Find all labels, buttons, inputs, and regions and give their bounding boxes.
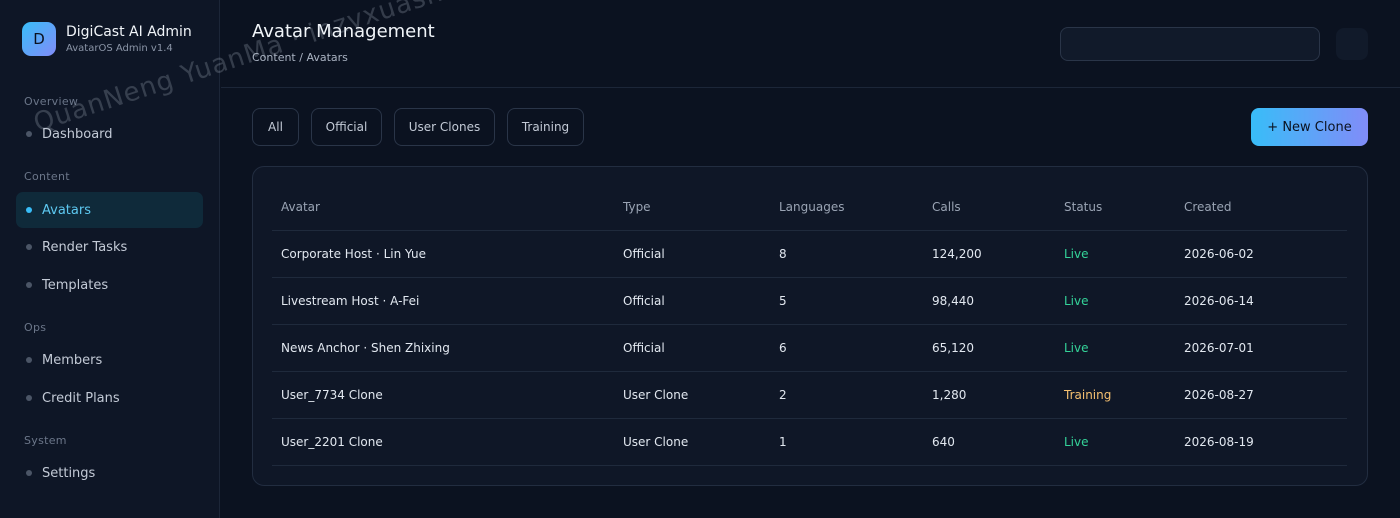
bullet-icon [26, 244, 32, 250]
cell-languages: 6 [770, 324, 923, 372]
avatars-table: Avatar Type Languages Calls Status Creat… [272, 185, 1347, 466]
bullet-icon [26, 357, 32, 363]
filter-training[interactable]: Training [507, 108, 584, 146]
sidebar-item-label: Dashboard [42, 126, 113, 142]
cell-avatar: User_2201 Clone [272, 418, 614, 466]
cell-created: 2026-07-01 [1175, 324, 1347, 372]
cell-calls: 640 [923, 418, 1055, 466]
table-row[interactable]: Livestream Host · A-Fei Official 5 98,44… [272, 277, 1347, 325]
cell-type: User Clone [614, 418, 770, 466]
nav-section-overview: Overview [24, 95, 79, 108]
cell-languages: 8 [770, 230, 923, 278]
filter-user-clones[interactable]: User Clones [394, 108, 495, 146]
sidebar-item-label: Templates [42, 277, 109, 293]
cell-type: Official [614, 277, 770, 325]
nav-section-system: System [24, 434, 67, 447]
nav-section-content: Content [24, 170, 70, 183]
cell-created: 2026-06-02 [1175, 230, 1347, 278]
table-row[interactable]: User_7734 Clone User Clone 2 1,280 Train… [272, 371, 1347, 419]
page-header: Avatar Management Content / Avatars [221, 0, 1400, 88]
header-icon-button[interactable] [1336, 28, 1368, 60]
bullet-icon [26, 470, 32, 476]
bullet-icon [26, 395, 32, 401]
sidebar-item-label: Credit Plans [42, 390, 120, 406]
sidebar-item-avatars[interactable]: Avatars [16, 192, 203, 228]
sidebar-item-settings[interactable]: Settings [16, 455, 203, 491]
table-row[interactable]: User_2201 Clone User Clone 1 640 Live 20… [272, 418, 1347, 466]
filter-official[interactable]: Official [311, 108, 382, 146]
cell-type: Official [614, 324, 770, 372]
cell-languages: 5 [770, 277, 923, 325]
column-header-created: Created [1175, 185, 1347, 231]
column-header-languages: Languages [770, 185, 923, 231]
column-header-avatar: Avatar [272, 185, 614, 231]
breadcrumb: Content / Avatars [252, 51, 348, 64]
status-badge: Live [1055, 277, 1175, 325]
cell-avatar: Corporate Host · Lin Yue [272, 230, 614, 278]
sidebar: D DigiCast AI Admin AvatarOS Admin v1.4 … [0, 0, 220, 518]
page-title: Avatar Management [252, 21, 435, 42]
sidebar-item-credit-plans[interactable]: Credit Plans [16, 380, 203, 416]
cell-created: 2026-08-19 [1175, 418, 1347, 466]
table-header-row: Avatar Type Languages Calls Status Creat… [272, 185, 1347, 231]
sidebar-item-label: Members [42, 352, 103, 368]
cell-created: 2026-08-27 [1175, 371, 1347, 419]
brand-logo: D [22, 22, 56, 56]
brand: D DigiCast AI Admin AvatarOS Admin v1.4 [22, 22, 192, 56]
status-badge: Live [1055, 418, 1175, 466]
filter-all[interactable]: All [252, 108, 299, 146]
status-badge: Training [1055, 371, 1175, 419]
column-header-status: Status [1055, 185, 1175, 231]
cell-type: User Clone [614, 371, 770, 419]
sidebar-item-members[interactable]: Members [16, 342, 203, 378]
cell-calls: 65,120 [923, 324, 1055, 372]
cell-calls: 1,280 [923, 371, 1055, 419]
column-header-calls: Calls [923, 185, 1055, 231]
bullet-icon [26, 207, 32, 213]
brand-title: DigiCast AI Admin [66, 23, 192, 40]
cell-created: 2026-06-14 [1175, 277, 1347, 325]
sidebar-item-dashboard[interactable]: Dashboard [16, 116, 203, 152]
sidebar-item-label: Settings [42, 465, 96, 481]
cell-languages: 1 [770, 418, 923, 466]
sidebar-item-render-tasks[interactable]: Render Tasks [16, 229, 203, 265]
cell-avatar: News Anchor · Shen Zhixing [272, 324, 614, 372]
sidebar-item-label: Avatars [42, 202, 91, 218]
cell-type: Official [614, 230, 770, 278]
cell-calls: 124,200 [923, 230, 1055, 278]
table-row[interactable]: Corporate Host · Lin Yue Official 8 124,… [272, 230, 1347, 278]
cell-calls: 98,440 [923, 277, 1055, 325]
sidebar-item-templates[interactable]: Templates [16, 267, 203, 303]
avatars-table-card: Avatar Type Languages Calls Status Creat… [252, 166, 1368, 486]
brand-subtitle: AvatarOS Admin v1.4 [66, 42, 173, 54]
nav-section-ops: Ops [24, 321, 47, 334]
bullet-icon [26, 131, 32, 137]
status-badge: Live [1055, 230, 1175, 278]
bullet-icon [26, 282, 32, 288]
search-input[interactable] [1060, 27, 1320, 61]
cell-avatar: Livestream Host · A-Fei [272, 277, 614, 325]
sidebar-item-label: Render Tasks [42, 239, 128, 255]
column-header-type: Type [614, 185, 770, 231]
table-row[interactable]: News Anchor · Shen Zhixing Official 6 65… [272, 324, 1347, 372]
cell-avatar: User_7734 Clone [272, 371, 614, 419]
status-badge: Live [1055, 324, 1175, 372]
new-clone-button[interactable]: + New Clone [1251, 108, 1368, 146]
main-content: Avatar Management Content / Avatars All … [221, 0, 1400, 518]
cell-languages: 2 [770, 371, 923, 419]
